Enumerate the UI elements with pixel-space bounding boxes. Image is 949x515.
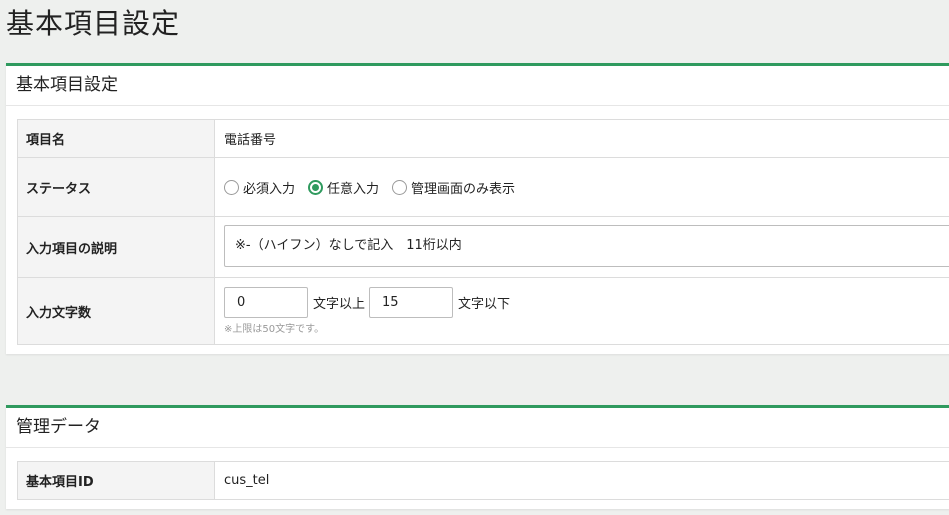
status-option-label: 管理画面のみ表示 [411, 181, 516, 197]
row-description: 入力項目の説明 ※-（ハイフン）なしで記入 11桁以内 [17, 217, 949, 278]
min-length-suffix: 文字以上 [313, 297, 366, 312]
status-label: ステータス [18, 158, 215, 216]
basic-settings-table: 項目名 電話番号 ステータス 必須入力 任意入力 管理画面のみ表示 入力項目の説… [17, 119, 949, 345]
row-status: ステータス 必須入力 任意入力 管理画面のみ表示 [17, 158, 949, 217]
basic-settings-panel: 基本項目設定 項目名 電話番号 ステータス 必須入力 任意入力 管理画面のみ表示… [6, 63, 949, 354]
status-radio-admin-only[interactable]: 管理画面のみ表示 [392, 178, 515, 197]
row-item-name: 項目名 電話番号 [17, 120, 949, 158]
max-length-suffix: 文字以下 [458, 297, 511, 312]
status-option-label: 必須入力 [243, 181, 296, 197]
basic-settings-heading: 基本項目設定 [6, 66, 949, 106]
radio-unchecked-icon[interactable] [224, 179, 239, 195]
row-item-id: 基本項目ID cus_tel [17, 462, 949, 500]
status-option-label: 任意入力 [327, 181, 380, 197]
radio-unchecked-icon[interactable] [392, 179, 408, 195]
status-radio-group: 必須入力 任意入力 管理画面のみ表示 [224, 178, 528, 197]
page-title: 基本項目設定 [6, 7, 181, 40]
admin-data-heading: 管理データ [6, 408, 949, 448]
item-name-value: 電話番号 [224, 133, 277, 148]
status-radio-optional[interactable]: 任意入力 [308, 178, 379, 197]
status-radio-required[interactable]: 必須入力 [224, 178, 295, 197]
radio-checked-icon[interactable] [308, 179, 324, 195]
item-id-value: cus_tel [224, 473, 270, 488]
admin-data-table: 基本項目ID cus_tel [17, 461, 949, 500]
admin-data-panel: 管理データ 基本項目ID cus_tel [6, 405, 949, 509]
description-textarea[interactable]: ※-（ハイフン）なしで記入 11桁以内 [224, 225, 949, 267]
description-label: 入力項目の説明 [18, 217, 215, 277]
max-length-input[interactable]: 15 [369, 287, 454, 318]
length-limit-note: ※上限は50文字です。 [224, 324, 325, 335]
item-id-label: 基本項目ID [18, 462, 215, 499]
length-label: 入力文字数 [18, 278, 215, 344]
min-length-input[interactable]: 0 [224, 287, 308, 318]
row-length: 入力文字数 0 文字以上 15 文字以下 ※上限は50文字です。 [17, 278, 949, 345]
item-name-label: 項目名 [18, 120, 215, 157]
